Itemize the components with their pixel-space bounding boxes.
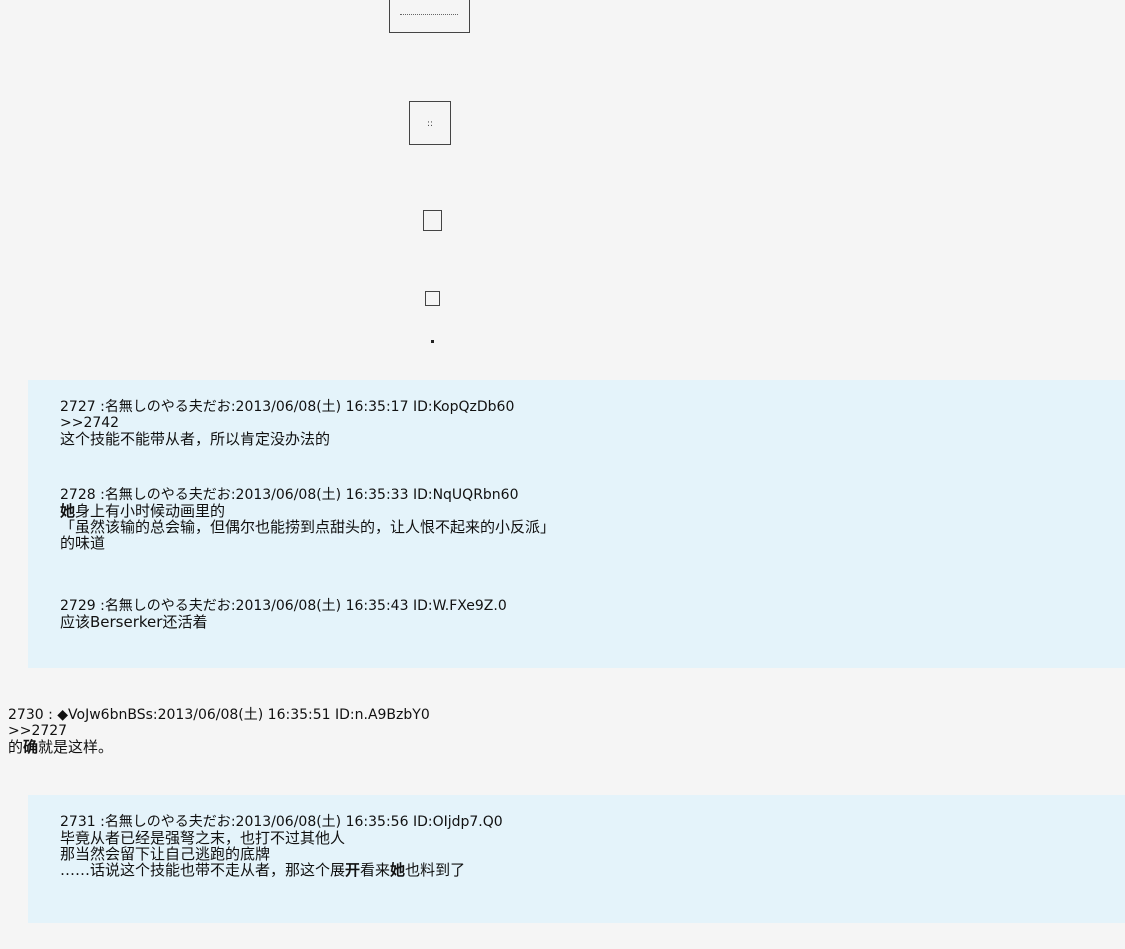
poster-id: ID:W.FXe9Z.0	[412, 598, 507, 614]
post-2730: 2730 : ◆VoJw6bnBSs:2013/06/08(土) 16:35:5…	[8, 707, 430, 755]
reply-link[interactable]: >>2727	[8, 723, 430, 739]
post-body-line: 应该Berserker还活着	[60, 613, 208, 631]
poster-id: ID:KopQzDb60	[412, 399, 515, 415]
reply-link[interactable]: >>2742	[60, 415, 514, 431]
post-number: 2731	[60, 814, 96, 830]
ascii-art-frame	[389, 0, 470, 33]
post-datetime: 2013/06/08(土) 16:35:43	[235, 598, 409, 614]
body-text: 也料到了	[405, 861, 466, 879]
post-body-line: ……话说这个技能也带不走从者，那这个展开看来她也料到了	[60, 862, 503, 878]
post-body-line: 这个技能不能带从者，所以肯定没办法的	[60, 430, 331, 448]
poster-id: ID:n.A9BzbY0	[335, 707, 430, 723]
ascii-art-frame	[423, 210, 442, 231]
ascii-art-dot	[431, 340, 434, 343]
post-header: 2729 :名無しのやる夫だお:2013/06/08(土) 16:35:43 I…	[60, 598, 507, 614]
post-body-line: 她身上有小时候动画里的	[60, 503, 555, 519]
poster-id: ID:OIjdp7.Q0	[412, 814, 503, 830]
post-header: 2728 :名無しのやる夫だお:2013/06/08(土) 16:35:33 I…	[60, 487, 519, 503]
post-body-line: 「虽然该输的总会输，但偶尔也能捞到点甜头的，让人恨不起来的小反派」	[60, 518, 556, 536]
post-datetime: 2013/06/08(土) 16:35:51	[157, 707, 331, 723]
post-number: 2730	[8, 707, 44, 723]
post-2729: 2729 :名無しのやる夫だお:2013/06/08(土) 16:35:43 I…	[60, 598, 507, 630]
body-text: 的	[8, 738, 24, 756]
post-2731: 2731 :名無しのやる夫だお:2013/06/08(土) 16:35:56 I…	[60, 814, 503, 878]
ascii-art-dots: ::	[427, 119, 434, 129]
post-datetime: 2013/06/08(土) 16:35:56	[235, 814, 409, 830]
ascii-art-frame	[425, 291, 440, 306]
post-number: 2728	[60, 487, 96, 503]
poster-name: 名無しのやる夫だお	[104, 598, 231, 614]
post-body-line: 那当然会留下让自己逃跑的底牌	[60, 845, 271, 863]
bold-text: 开	[345, 861, 361, 879]
post-number: 2729	[60, 598, 96, 614]
post-body-line: 毕竟从者已经是强弩之末，也打不过其他人	[60, 829, 346, 847]
body-text: ……话说这个技能也带不走从者，那这个展	[60, 861, 346, 879]
post-header: 2731 :名無しのやる夫だお:2013/06/08(土) 16:35:56 I…	[60, 814, 503, 830]
post-2727: 2727 :名無しのやる夫だお:2013/06/08(土) 16:35:17 I…	[60, 399, 514, 447]
post-datetime: 2013/06/08(土) 16:35:17	[235, 399, 409, 415]
poster-name: 名無しのやる夫だお	[104, 399, 231, 415]
post-body-line: 的确就是这样。	[8, 739, 430, 755]
post-datetime: 2013/06/08(土) 16:35:33	[235, 487, 409, 503]
poster-name: 名無しのやる夫だお	[104, 814, 231, 830]
post-body-line: 的味道	[60, 534, 106, 552]
body-text: 就是这样。	[38, 738, 114, 756]
ascii-art-frame: ::	[409, 101, 451, 145]
ascii-art-dots	[400, 14, 458, 15]
post-header: 2730 : ◆VoJw6bnBSs:2013/06/08(土) 16:35:5…	[8, 707, 430, 723]
poster-id: ID:NqUQRbn60	[412, 487, 519, 503]
bold-text: 确	[23, 738, 39, 756]
body-text: 看来	[360, 861, 391, 879]
post-header: 2727 :名無しのやる夫だお:2013/06/08(土) 16:35:17 I…	[60, 399, 515, 415]
poster-name: 名無しのやる夫だお	[104, 487, 231, 503]
post-number: 2727	[60, 399, 96, 415]
post-2728: 2728 :名無しのやる夫だお:2013/06/08(土) 16:35:33 I…	[60, 487, 555, 551]
poster-name: ◆VoJw6bnBSs	[57, 707, 153, 723]
bold-text: 她	[390, 861, 406, 879]
